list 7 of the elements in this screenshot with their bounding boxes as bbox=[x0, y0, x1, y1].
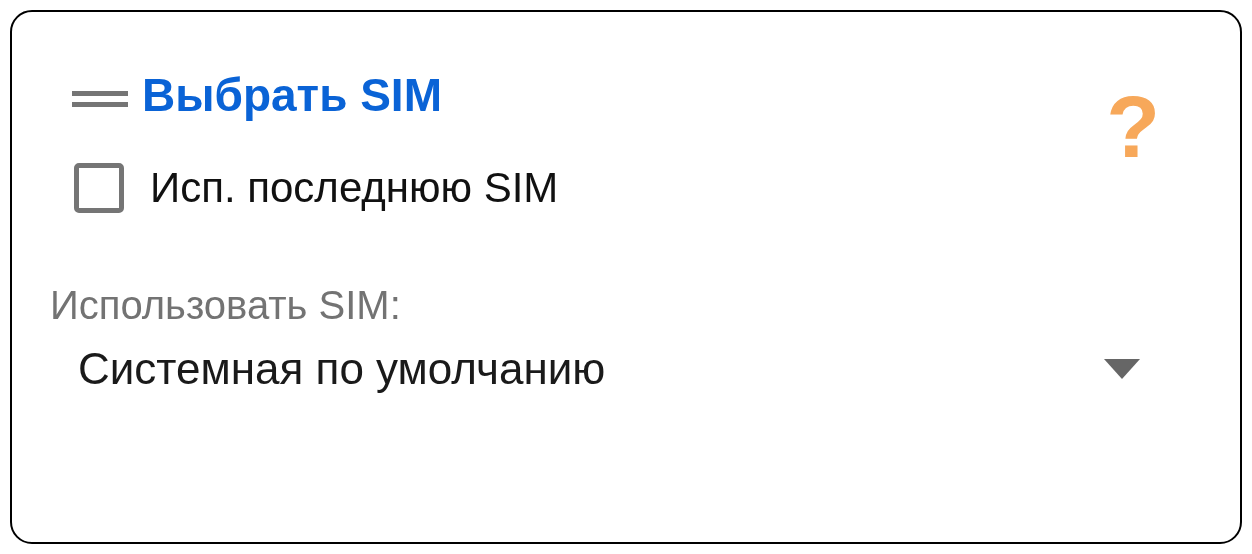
drag-handle-icon[interactable] bbox=[72, 88, 128, 110]
dropdown-arrow-icon[interactable] bbox=[1104, 359, 1140, 379]
checkbox-label: Исп. последнюю SIM bbox=[150, 164, 559, 212]
dialog-title: Выбрать SIM bbox=[142, 68, 443, 123]
dropdown-value[interactable]: Системная по умолчанию bbox=[78, 344, 1104, 394]
checkbox[interactable] bbox=[74, 163, 124, 213]
dropdown-label: Использовать SIM: bbox=[49, 283, 402, 328]
